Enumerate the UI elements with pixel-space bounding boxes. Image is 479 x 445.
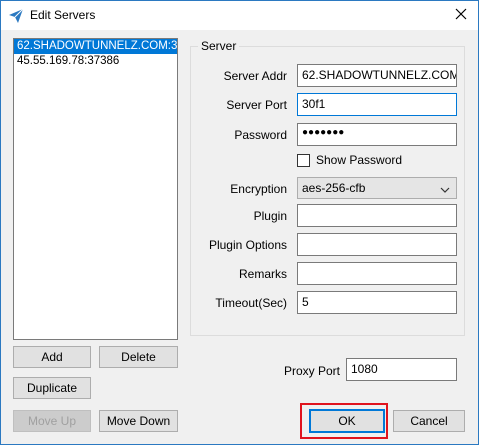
password-label: Password: [234, 128, 287, 142]
timeout-label: Timeout(Sec): [215, 296, 287, 310]
server-list-item[interactable]: 45.55.169.78:37386: [14, 54, 177, 69]
server-addr-field[interactable]: 62.SHADOWTUNNELZ.COM: [297, 64, 457, 87]
server-addr-label: Server Addr: [223, 69, 287, 83]
duplicate-button[interactable]: Duplicate: [13, 377, 91, 399]
close-icon: [455, 8, 467, 23]
remarks-field[interactable]: [297, 262, 457, 285]
show-password-checkbox[interactable]: [297, 154, 310, 167]
move-down-button[interactable]: Move Down: [99, 410, 178, 432]
server-port-field[interactable]: 30f1: [297, 93, 457, 116]
server-list[interactable]: 62.SHADOWTUNNELZ.COM:30 45.55.169.78:373…: [13, 38, 178, 340]
server-group-label: Server: [198, 39, 240, 53]
server-list-item[interactable]: 62.SHADOWTUNNELZ.COM:30: [14, 39, 177, 54]
chevron-down-icon: [440, 183, 450, 197]
timeout-field[interactable]: 5: [297, 291, 457, 314]
paper-plane-icon: [8, 8, 24, 24]
proxy-port-field[interactable]: 1080: [346, 358, 457, 381]
plugin-label: Plugin: [253, 209, 287, 223]
plugin-options-field[interactable]: [297, 233, 457, 256]
move-up-button[interactable]: Move Up: [13, 410, 91, 432]
encryption-select[interactable]: aes-256-cfb: [297, 177, 457, 199]
title-bar[interactable]: Edit Servers: [1, 1, 478, 30]
encryption-value: aes-256-cfb: [302, 181, 366, 195]
delete-button[interactable]: Delete: [99, 346, 178, 368]
window-title: Edit Servers: [30, 8, 96, 22]
show-password-label[interactable]: Show Password: [316, 153, 402, 167]
add-button[interactable]: Add: [13, 346, 91, 368]
plugin-options-label: Plugin Options: [208, 238, 287, 252]
password-field[interactable]: ●●●●●●●: [297, 123, 457, 146]
cancel-button[interactable]: Cancel: [393, 410, 465, 432]
close-button[interactable]: [444, 1, 478, 30]
plugin-field[interactable]: [297, 204, 457, 227]
encryption-label: Encryption: [230, 182, 287, 196]
remarks-label: Remarks: [238, 267, 287, 281]
ok-button[interactable]: OK: [309, 409, 385, 433]
server-port-label: Server Port: [226, 98, 287, 112]
proxy-port-label: Proxy Port: [284, 364, 341, 378]
